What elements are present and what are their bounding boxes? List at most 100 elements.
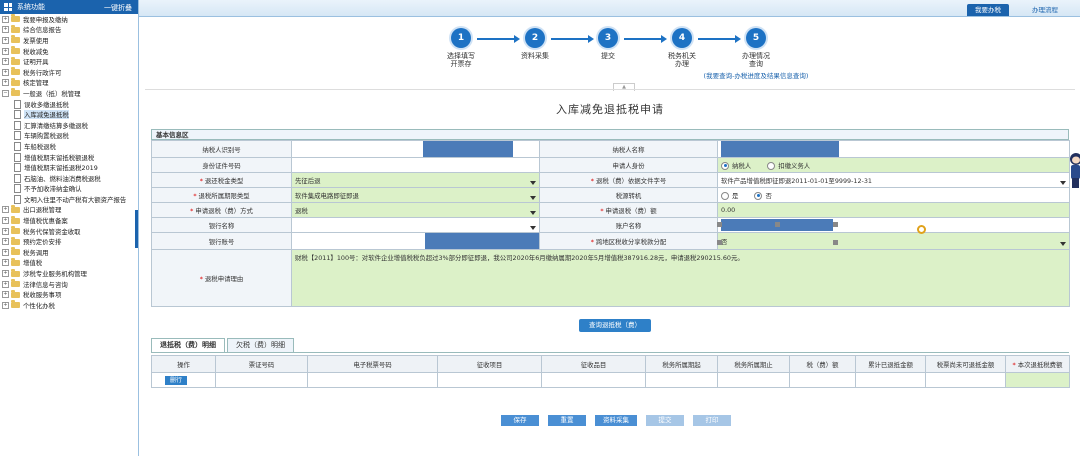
- expand-icon[interactable]: +: [2, 238, 9, 246]
- expand-icon[interactable]: +: [2, 270, 9, 278]
- expand-icon[interactable]: +: [2, 68, 9, 76]
- action-button[interactable]: 资料采集: [595, 415, 637, 426]
- sidebar-item-label: 文明入住里不动产税有大额资产报告: [24, 195, 127, 204]
- detail-cell[interactable]: [307, 372, 438, 388]
- action-button[interactable]: 保存: [501, 415, 539, 426]
- sidebar-item[interactable]: 增值税期末留抵税额退税: [0, 152, 138, 163]
- sidebar-item-label: 不予加收滞纳金确认: [24, 185, 82, 194]
- sidebar-item[interactable]: 车辆购置税退税: [0, 131, 138, 142]
- detail-cell[interactable]: [645, 372, 718, 388]
- sidebar-item[interactable]: + 增值税优惠备案: [0, 215, 138, 226]
- label-tax-agency: 税源转机: [539, 187, 718, 203]
- detail-cell[interactable]: [925, 372, 1006, 388]
- sidebar-item[interactable]: + 税务行政许可: [0, 67, 138, 78]
- collapse-icon[interactable]: −: [2, 89, 9, 97]
- agency-option-no[interactable]: 否: [754, 191, 772, 200]
- method-select[interactable]: 退税: [291, 202, 540, 218]
- expand-icon[interactable]: +: [2, 206, 9, 214]
- detail-cell[interactable]: [215, 372, 308, 388]
- sidebar-item[interactable]: 不予加收滞纳金确认: [0, 184, 138, 195]
- sidebar-item[interactable]: + 个性化办税: [0, 300, 138, 311]
- expand-icon[interactable]: +: [2, 227, 9, 235]
- sidebar-item[interactable]: 车船税退税: [0, 141, 138, 152]
- account-name-field[interactable]: [717, 217, 1070, 233]
- sidebar-scrollbar[interactable]: [135, 210, 138, 248]
- sidebar-item[interactable]: + 核定管理: [0, 77, 138, 89]
- sidebar-item[interactable]: + 税收减免: [0, 46, 138, 57]
- detail-cell[interactable]: [541, 372, 646, 388]
- action-bar: 保存 重置 资料采集 提交 打印: [501, 415, 740, 426]
- tab-arrears-detail[interactable]: 欠税（费）明细: [227, 338, 294, 352]
- doc-no-select[interactable]: 软件产品增值税即征即退2011-01-01至9999-12-31: [717, 172, 1070, 188]
- sidebar-item-label: 税收减免: [23, 47, 49, 56]
- detail-cell[interactable]: [717, 372, 790, 388]
- agency-option-yes[interactable]: 是: [721, 191, 738, 200]
- sidebar-item[interactable]: 增值税期末留抵退税2019: [0, 162, 138, 173]
- sidebar-item[interactable]: + 增值税: [0, 257, 138, 269]
- expand-icon[interactable]: +: [2, 280, 9, 288]
- detail-cell[interactable]: [437, 372, 542, 388]
- sidebar-item[interactable]: − 一般退（抵）税管理: [0, 88, 138, 99]
- sidebar-item[interactable]: + 法律信息与咨询: [0, 279, 138, 290]
- sidebar-item-label: 法律信息与咨询: [23, 280, 68, 289]
- expand-icon[interactable]: +: [2, 36, 9, 44]
- expand-icon[interactable]: +: [2, 26, 9, 34]
- applicant-option-taxpayer[interactable]: 纳税人: [721, 161, 751, 170]
- sidebar-item-label: 个性化办税: [23, 301, 55, 310]
- sidebar-item[interactable]: + 证明开具: [0, 56, 138, 67]
- expand-icon[interactable]: +: [2, 15, 9, 23]
- folder-icon: [11, 204, 20, 213]
- sidebar-item-label: 增值税优惠备案: [23, 217, 68, 226]
- id-number-field[interactable]: [291, 157, 540, 173]
- amount-input[interactable]: 0.00: [717, 202, 1070, 218]
- detail-cell[interactable]: [1005, 372, 1070, 388]
- applicant-option-withholder[interactable]: 扣缴义务人: [767, 161, 810, 170]
- tab-refund-detail[interactable]: 退抵税（费）明细: [151, 338, 225, 352]
- bank-name-select[interactable]: [291, 217, 540, 233]
- sidebar-item[interactable]: + 综合信息报告: [0, 24, 138, 36]
- sidebar-item[interactable]: + 我要申报及缴纳: [0, 14, 138, 25]
- sidebar-item[interactable]: + 税收服务事项: [0, 289, 138, 300]
- detail-cell[interactable]: [789, 372, 856, 388]
- expand-icon[interactable]: +: [2, 259, 9, 267]
- sidebar-item-label: 出口退税管理: [23, 206, 62, 215]
- sidebar-item[interactable]: + 税务调用: [0, 247, 138, 258]
- sidebar-item-label: 税务行政许可: [23, 68, 62, 77]
- sidebar-item[interactable]: 汇算清缴结算多缴退税: [0, 120, 138, 131]
- sidebar-tree: + 我要申报及缴纳 + 综合信息报告 + 发票使用 + 税收减免 + 证明开具 + 税务行政许可 + 核定…: [0, 14, 138, 311]
- expand-icon[interactable]: +: [2, 301, 9, 309]
- assistant-avatar-icon[interactable]: [1066, 150, 1080, 192]
- expand-icon[interactable]: +: [2, 58, 9, 66]
- expand-icon[interactable]: +: [2, 47, 9, 55]
- expand-icon[interactable]: +: [2, 217, 9, 225]
- sidebar-item[interactable]: 文明入住里不动产税有大额资产报告: [0, 194, 138, 205]
- reason-textarea[interactable]: 财税【2011】100号：对软件企业增值税税负超过3%部分即征即退，我公司202…: [291, 249, 1070, 307]
- sidebar-item[interactable]: + 发票使用: [0, 35, 138, 46]
- sidebar-item[interactable]: + 税务代保管资金收取: [0, 226, 138, 237]
- document-icon: [14, 152, 21, 162]
- folder-icon: [11, 268, 20, 277]
- expand-icon[interactable]: +: [2, 291, 9, 299]
- sidebar-item[interactable]: + 出口退税管理: [0, 204, 138, 216]
- query-refund-button[interactable]: 查询退抵税（费）: [579, 319, 651, 332]
- sidebar-item[interactable]: + 预约定价安排: [0, 236, 138, 247]
- sidebar-item[interactable]: + 涉税专业服务机构管理: [0, 268, 138, 279]
- tab-do-tax[interactable]: 我要办税: [967, 4, 1009, 16]
- expand-icon[interactable]: +: [2, 248, 9, 256]
- detail-cell[interactable]: [855, 372, 926, 388]
- sidebar-item[interactable]: 入库减免退抵税: [0, 109, 138, 120]
- action-button[interactable]: 重置: [548, 415, 586, 426]
- sidebar-item[interactable]: 误收多缴退抵税: [0, 99, 138, 110]
- progress-query-link[interactable]: (我要查询-办税进度及结果信息查询): [696, 70, 816, 80]
- sidebar-item[interactable]: 石脑油、燃料油消费税退税: [0, 173, 138, 184]
- document-icon: [14, 110, 21, 120]
- bank-account-field[interactable]: [291, 232, 540, 250]
- tab-process[interactable]: 办理流程: [1024, 4, 1066, 16]
- period-type-select[interactable]: 软件集成电路即征即退: [291, 187, 540, 203]
- expand-icon[interactable]: +: [2, 79, 9, 87]
- regional-share-select[interactable]: 否: [717, 232, 1070, 250]
- delete-row-button[interactable]: 删行: [165, 375, 188, 385]
- collapse-all-button[interactable]: 一键折叠: [104, 3, 132, 13]
- return-type-select[interactable]: 先征后退: [291, 172, 540, 188]
- column-header: 电子税票号码: [307, 355, 438, 373]
